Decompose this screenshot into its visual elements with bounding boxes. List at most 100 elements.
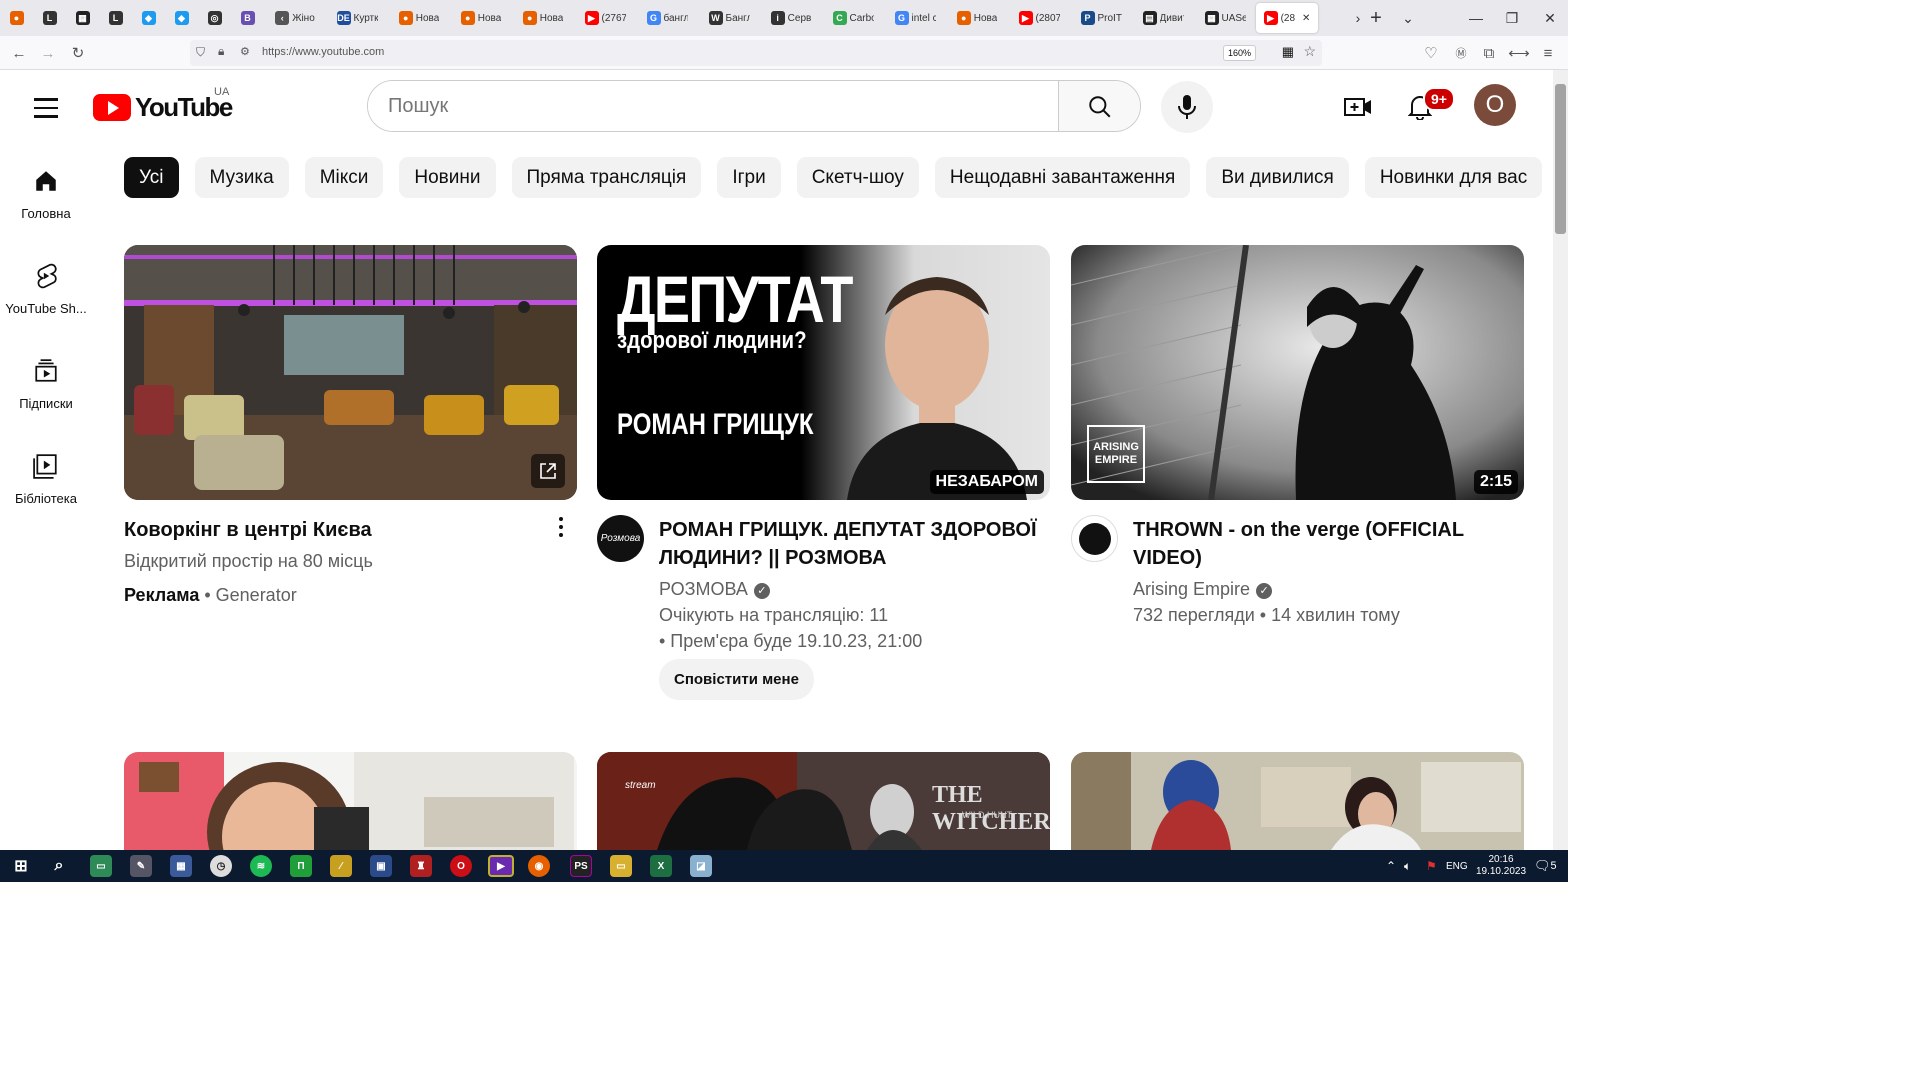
browser-tab[interactable]: ◎ bbox=[198, 0, 231, 36]
sidebar-item-home[interactable]: Головна bbox=[0, 146, 92, 236]
list-all-tabs-icon[interactable]: ⌄ bbox=[1388, 0, 1428, 36]
account-avatar[interactable]: О bbox=[1474, 84, 1516, 126]
browser-tab[interactable]: ▶(2807) bbox=[1008, 0, 1070, 36]
browser-tab[interactable]: CCarbo bbox=[822, 0, 884, 36]
browser-tab[interactable]: ▦ bbox=[66, 0, 99, 36]
browser-tab[interactable]: ▦ UASe bbox=[1194, 0, 1256, 36]
browser-tab-active[interactable]: ▶ (28 ✕ bbox=[1256, 3, 1318, 33]
url-text[interactable]: https://www.youtube.com bbox=[262, 46, 384, 58]
notification-badge[interactable]: 9+ bbox=[1423, 87, 1455, 111]
browser-tab[interactable]: L bbox=[99, 0, 132, 36]
tray-chevron-icon[interactable]: ⌃ bbox=[1386, 850, 1396, 882]
sidebar-item-library[interactable]: Бібліотека bbox=[0, 431, 92, 521]
guide-menu-icon[interactable] bbox=[26, 90, 66, 126]
browser-tab[interactable]: i Серв bbox=[760, 0, 822, 36]
browser-tab[interactable]: ● Нова bbox=[512, 0, 574, 36]
channel-avatar[interactable] bbox=[1071, 515, 1118, 562]
notes-app-icon[interactable]: ⁄ bbox=[330, 855, 352, 877]
calculator-app-icon[interactable]: ▦ bbox=[170, 855, 192, 877]
minimize-window-button[interactable]: — bbox=[1456, 0, 1496, 36]
open-external-icon[interactable] bbox=[531, 454, 565, 488]
chip-music[interactable]: Музика bbox=[194, 157, 289, 198]
crop-icon[interactable]: ⟷ bbox=[1508, 43, 1530, 63]
video-title[interactable]: THROWN - on the verge (OFFICIAL VIDEO) bbox=[1133, 516, 1513, 572]
games-app-icon[interactable]: ♜ bbox=[410, 855, 432, 877]
search-input[interactable] bbox=[368, 81, 1058, 131]
browser-tab[interactable]: Gбангл bbox=[636, 0, 698, 36]
chip-new-to-you[interactable]: Новинки для вас bbox=[1364, 157, 1543, 198]
browser-tab[interactable]: ◆ bbox=[165, 0, 198, 36]
video-app-icon[interactable]: ▶ bbox=[488, 855, 514, 877]
language-indicator[interactable]: ENG bbox=[1446, 850, 1468, 882]
video-thumbnail[interactable] bbox=[124, 752, 577, 850]
windows-start-icon[interactable]: ⊞ bbox=[10, 855, 32, 877]
lock-icon[interactable]: 🔒︎ bbox=[218, 44, 224, 59]
sidebar-item-shorts[interactable]: YouTube Sh... bbox=[0, 241, 92, 331]
restore-window-button[interactable]: ❐ bbox=[1492, 0, 1532, 36]
terminal-app-icon[interactable]: ▭ bbox=[90, 855, 112, 877]
permissions-icon[interactable]: ⚙ bbox=[240, 45, 250, 58]
page-scrollbar[interactable] bbox=[1553, 70, 1568, 850]
browser-tab[interactable]: P ProIT bbox=[1070, 0, 1132, 36]
bookmark-star-icon[interactable]: ☆ bbox=[1303, 43, 1316, 60]
chip-watched[interactable]: Ви дивилися bbox=[1206, 157, 1349, 198]
sidebar-item-subscriptions[interactable]: Підписки bbox=[0, 336, 92, 426]
browser-tab[interactable]: L bbox=[33, 0, 66, 36]
chip-live[interactable]: Пряма трансляція bbox=[511, 157, 702, 198]
chip-sketch-comedy[interactable]: Скетч-шоу bbox=[796, 157, 919, 198]
chip-all[interactable]: Усі bbox=[124, 157, 179, 198]
file-explorer-icon[interactable]: ▭ bbox=[610, 855, 632, 877]
browser-tab[interactable]: B bbox=[231, 0, 264, 36]
opera-app-icon[interactable]: O bbox=[450, 855, 472, 877]
video-thumbnail[interactable]: ДЕПУТАТ здорової людини? РОМАН ГРИЩУК НЕ… bbox=[597, 245, 1050, 500]
video-thumbnail[interactable] bbox=[1071, 752, 1524, 850]
photos-app-icon[interactable]: ◪ bbox=[690, 855, 712, 877]
clock[interactable]: 20:16 19.10.2023 bbox=[1476, 850, 1526, 882]
video-title[interactable]: Коворкінг в центрі Києва bbox=[124, 516, 544, 544]
paint-app-icon[interactable]: ✎ bbox=[130, 855, 152, 877]
video-title[interactable]: РОМАН ГРИЩУК. ДЕПУТАТ ЗДОРОВОЇ ЛЮДИНИ? |… bbox=[659, 516, 1039, 572]
browser-tab[interactable]: ▶(2767) bbox=[574, 0, 636, 36]
channel-avatar[interactable]: Розмова bbox=[597, 515, 644, 562]
chip-games[interactable]: Ігри bbox=[717, 157, 781, 198]
chip-recently-uploaded[interactable]: Нещодавні завантаження bbox=[934, 157, 1191, 198]
tracker-app-icon[interactable]: Π bbox=[290, 855, 312, 877]
app-menu-icon[interactable]: ≡ bbox=[1537, 43, 1559, 63]
shield-icon[interactable]: ⛉ bbox=[196, 45, 205, 60]
qr-code-icon[interactable]: ▦ bbox=[1282, 44, 1294, 60]
browser-tab[interactable]: ▤Дивит bbox=[1132, 0, 1194, 36]
video-thumbnail[interactable]: ARISING EMPIRE 2:15 bbox=[1071, 245, 1524, 500]
chip-news[interactable]: Новини bbox=[399, 157, 496, 198]
forward-icon[interactable]: → bbox=[37, 43, 59, 63]
more-actions-icon[interactable] bbox=[554, 517, 568, 537]
back-icon[interactable]: ← bbox=[8, 43, 30, 63]
zoom-level[interactable]: 160% bbox=[1222, 45, 1256, 61]
browser-tab[interactable]: WБангл bbox=[698, 0, 760, 36]
excel-app-icon[interactable]: X bbox=[650, 855, 672, 877]
create-video-button[interactable] bbox=[1338, 87, 1378, 127]
clock-app-icon[interactable]: ◷ bbox=[210, 855, 232, 877]
save-app-icon[interactable]: ▣ bbox=[370, 855, 392, 877]
browser-tab[interactable]: Gintel c bbox=[884, 0, 946, 36]
spotify-app-icon[interactable]: ≋ bbox=[250, 855, 272, 877]
address-bar[interactable]: ⛉ 🔒︎ ⚙ https://www.youtube.com 160% ▦ ☆ bbox=[190, 40, 1322, 66]
search-button[interactable] bbox=[1058, 81, 1140, 131]
browser-tab[interactable]: ● bbox=[0, 0, 33, 36]
notify-me-button[interactable]: Сповістити мене bbox=[659, 659, 814, 700]
voice-search-button[interactable] bbox=[1161, 81, 1213, 133]
flag-icon[interactable]: ⚑ bbox=[1426, 850, 1437, 882]
channel-name[interactable]: Arising Empire bbox=[1133, 579, 1250, 599]
ad-thumbnail[interactable] bbox=[124, 245, 577, 500]
browser-tab[interactable]: ● Нова bbox=[946, 0, 1008, 36]
close-tab-icon[interactable]: ✕ bbox=[1302, 13, 1310, 24]
phpstorm-app-icon[interactable]: PS bbox=[570, 855, 592, 877]
reload-icon[interactable]: ↻ bbox=[67, 43, 89, 63]
youtube-logo[interactable]: YouTube UA bbox=[93, 86, 233, 123]
advertiser-name[interactable]: Generator bbox=[216, 585, 297, 605]
video-thumbnail[interactable]: stream THE WITCHER WILD HUNT bbox=[597, 752, 1050, 850]
channel-name[interactable]: РОЗМОВА bbox=[659, 579, 748, 599]
search-icon[interactable]: ⌕ bbox=[48, 855, 70, 877]
browser-tab[interactable]: ● Нова bbox=[450, 0, 512, 36]
browser-tab[interactable]: ● Нова bbox=[388, 0, 450, 36]
search-box[interactable] bbox=[367, 80, 1141, 132]
